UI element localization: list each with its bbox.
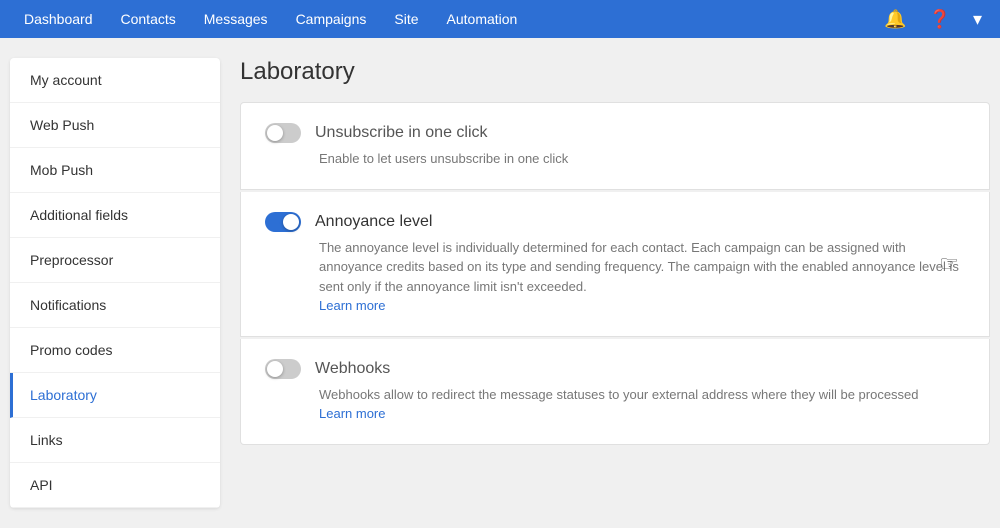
setting-title-webhooks: Webhooks (315, 360, 390, 378)
nav-campaigns[interactable]: Campaigns (282, 0, 381, 38)
sidebar-item-web-push[interactable]: Web Push (10, 103, 220, 148)
toggle-annoyance[interactable] (265, 212, 301, 232)
toggle-webhooks[interactable] (265, 359, 301, 379)
setting-header-unsubscribe: Unsubscribe in one click (265, 123, 965, 143)
nav-right-icons: 🔔 ❓ ▾ (876, 0, 990, 38)
setting-card-annoyance: Annoyance level The annoyance level is i… (240, 192, 990, 337)
learn-more-webhooks-link[interactable]: Learn more (319, 406, 385, 421)
setting-desc-annoyance: The annoyance level is individually dete… (319, 238, 965, 316)
sidebar: My account Web Push Mob Push Additional … (10, 58, 220, 508)
setting-title-unsubscribe: Unsubscribe in one click (315, 124, 488, 142)
page-title: Laboratory (240, 58, 990, 86)
sidebar-item-links[interactable]: Links (10, 418, 220, 463)
sidebar-item-promo-codes[interactable]: Promo codes (10, 328, 220, 373)
setting-card-unsubscribe: Unsubscribe in one click Enable to let u… (240, 102, 990, 190)
sidebar-item-notifications[interactable]: Notifications (10, 283, 220, 328)
setting-desc-webhooks: Webhooks allow to redirect the message s… (319, 385, 965, 424)
setting-header-annoyance: Annoyance level (265, 212, 965, 232)
nav-contacts[interactable]: Contacts (107, 0, 190, 38)
top-nav: Dashboard Contacts Messages Campaigns Si… (0, 0, 1000, 38)
setting-card-webhooks: Webhooks Webhooks allow to redirect the … (240, 339, 990, 445)
page-wrap: My account Web Push Mob Push Additional … (0, 38, 1000, 528)
sidebar-item-preprocessor[interactable]: Preprocessor (10, 238, 220, 283)
sidebar-item-additional-fields[interactable]: Additional fields (10, 193, 220, 238)
nav-dashboard[interactable]: Dashboard (10, 0, 107, 38)
sidebar-item-api[interactable]: API (10, 463, 220, 508)
setting-desc-unsubscribe: Enable to let users unsubscribe in one c… (319, 149, 965, 169)
chevron-down-icon[interactable]: ▾ (965, 0, 990, 38)
nav-messages[interactable]: Messages (190, 0, 282, 38)
help-icon[interactable]: ❓ (921, 0, 959, 38)
main-content: Laboratory Unsubscribe in one click Enab… (240, 58, 990, 447)
learn-more-annoyance-link[interactable]: Learn more (319, 298, 385, 313)
bell-icon[interactable]: 🔔 (876, 0, 914, 38)
sidebar-item-laboratory[interactable]: Laboratory (10, 373, 220, 418)
toggle-unsubscribe[interactable] (265, 123, 301, 143)
nav-site[interactable]: Site (380, 0, 432, 38)
sidebar-item-mob-push[interactable]: Mob Push (10, 148, 220, 193)
setting-header-webhooks: Webhooks (265, 359, 965, 379)
setting-title-annoyance: Annoyance level (315, 213, 432, 231)
sidebar-item-my-account[interactable]: My account (10, 58, 220, 103)
nav-automation[interactable]: Automation (433, 0, 532, 38)
